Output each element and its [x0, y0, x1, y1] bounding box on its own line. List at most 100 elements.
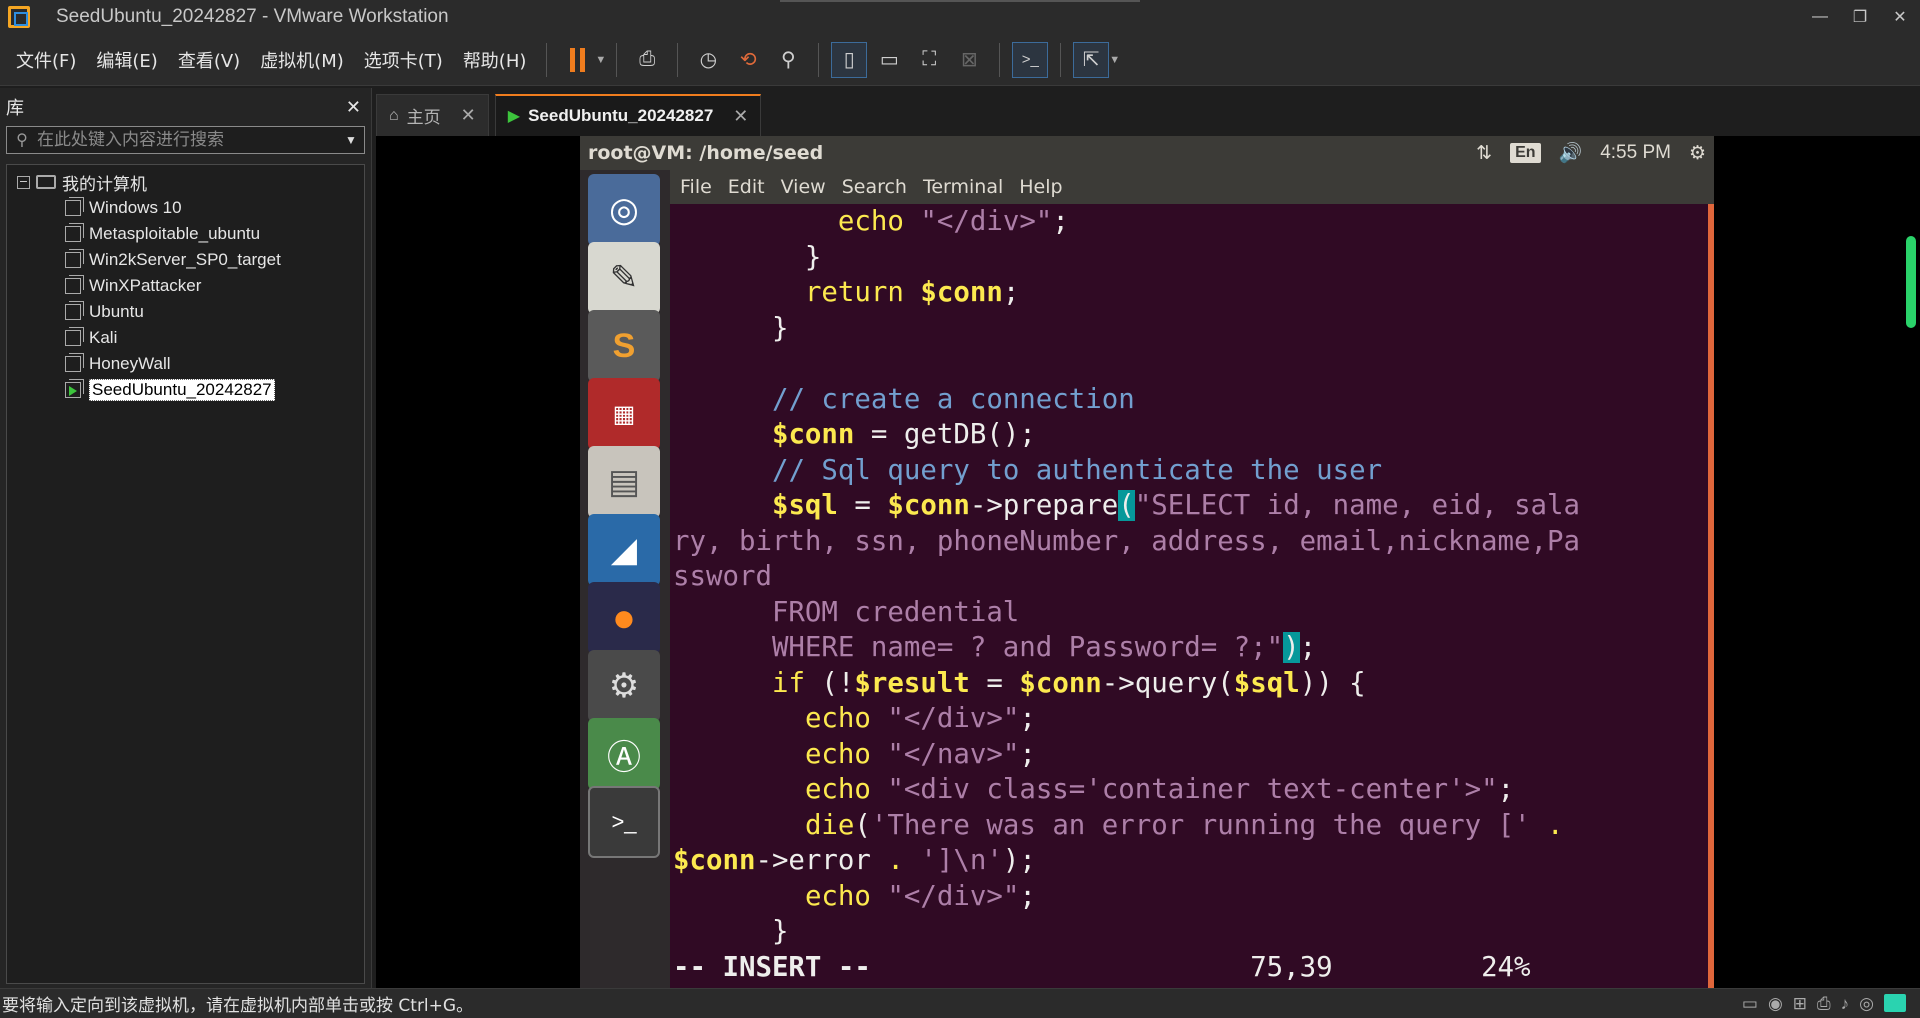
file-manager-icon[interactable]: ▤ — [588, 446, 660, 518]
text-editor-icon[interactable]: ✎ — [588, 242, 660, 314]
keyboard-layout-indicator[interactable]: En — [1510, 143, 1541, 163]
vm-item-metasploitable[interactable]: Metasploitable_ubuntu — [7, 221, 364, 247]
unity-button[interactable]: ⊠ — [951, 42, 987, 78]
vm-icon — [65, 249, 84, 268]
toolbar-separator — [818, 42, 820, 77]
vim-cursor-position: 75,39 — [1250, 951, 1333, 983]
tree-root-my-computer[interactable]: − 我的计算机 — [7, 169, 364, 195]
vm-item-win2kserver[interactable]: Win2kServer_SP0_target — [7, 247, 364, 273]
close-button[interactable]: ✕ — [1880, 0, 1920, 34]
tab-home[interactable]: ⌂ 主页 ✕ — [376, 94, 489, 136]
pause-button[interactable] — [559, 42, 595, 78]
vm-item-kali[interactable]: Kali — [7, 325, 364, 351]
stretch-guest-button[interactable]: ⇱ — [1073, 41, 1110, 78]
vm-scroll-indicator[interactable] — [1906, 236, 1916, 328]
sound-card-icon[interactable]: ♪ — [1841, 994, 1850, 1014]
printer-icon[interactable]: ⎙ — [1817, 994, 1831, 1014]
vim-scroll-percent: 24% — [1481, 951, 1531, 983]
restore-button[interactable]: ❐ — [1840, 0, 1880, 34]
full-screen-button[interactable]: ⛶ — [911, 42, 947, 78]
collapse-icon[interactable]: − — [17, 175, 30, 189]
dash-home-icon[interactable]: ◎ — [588, 174, 660, 246]
term-menu-help[interactable]: Help — [1011, 176, 1070, 198]
guest-screen[interactable]: root@VM: /home/seed ⇅ En 🔊 4:55 PM ⚙ ◎ ✎… — [580, 136, 1714, 988]
sublime-text-icon[interactable]: S — [588, 310, 660, 382]
terminator-icon[interactable]: ▦ — [588, 378, 660, 450]
code-line: ry, birth, ssn, phoneNumber, address, em… — [673, 525, 1580, 557]
clock[interactable]: 4:55 PM — [1600, 142, 1671, 164]
snapshot-button[interactable]: ◷ — [690, 42, 726, 78]
vm-item-label: WinXPattacker — [89, 276, 202, 295]
firefox-icon[interactable]: ● — [588, 582, 660, 654]
terminal-icon[interactable]: >_ — [588, 786, 660, 858]
send-ctrl-alt-del-button[interactable]: ⎙ — [629, 42, 665, 78]
code-line: echo "</div>"; — [804, 880, 1036, 912]
code-line: // create a connection — [771, 383, 1135, 415]
home-icon: ⌂ — [389, 106, 399, 124]
tab-seedubuntu[interactable]: ▶ SeedUbuntu_20242827 ✕ — [494, 94, 762, 136]
pause-dropdown-icon[interactable]: ▼ — [595, 54, 606, 66]
library-close-icon[interactable]: ✕ — [346, 97, 361, 118]
vm-icon — [65, 353, 84, 372]
code-line: $conn->error . ']\n'); — [673, 845, 1036, 876]
volume-icon[interactable]: 🔊 — [1559, 141, 1583, 165]
terminal-content[interactable]: echo "</div>"; } return $conn; } // crea… — [670, 204, 1706, 988]
term-menu-file[interactable]: File — [672, 176, 720, 198]
vmware-logo-icon — [8, 6, 30, 28]
vm-item-winxpattacker[interactable]: WinXPattacker — [7, 273, 364, 299]
menu-vm[interactable]: 虚拟机(M) — [250, 47, 354, 73]
device-status-icons: ▭ ◉ ⊞ ⎙ ♪ ◎ — [1742, 993, 1906, 1014]
term-menu-edit[interactable]: Edit — [720, 176, 773, 198]
vm-icon — [65, 275, 84, 294]
minimize-button[interactable]: — — [1800, 0, 1840, 34]
term-menu-search[interactable]: Search — [834, 176, 915, 198]
search-dropdown-icon[interactable]: ▼ — [338, 133, 364, 147]
stretch-icon: ⇱ — [1082, 49, 1100, 71]
menu-tabs[interactable]: 选项卡(T) — [354, 47, 453, 73]
show-thumbnail-bar-button[interactable]: ▭ — [871, 42, 907, 78]
stretch-dropdown-icon[interactable]: ▼ — [1109, 54, 1120, 66]
snapshot-clock-icon: ◷ — [699, 49, 718, 71]
vm-item-label: SeedUbuntu_20242827 — [89, 379, 275, 401]
library-search-input[interactable] — [37, 130, 338, 150]
library-search-box: ⚲ ▼ — [6, 126, 365, 154]
cd-rom-icon[interactable]: ◉ — [1768, 994, 1783, 1014]
code-line: echo "<div class='container text-center'… — [804, 774, 1515, 805]
tab-home-label: 主页 — [406, 108, 441, 127]
menu-view[interactable]: 查看(V) — [168, 47, 250, 73]
vm-item-seedubuntu[interactable]: SeedUbuntu_20242827 — [7, 377, 364, 403]
toolbar-separator — [999, 42, 1001, 77]
tab-close-icon[interactable]: ✕ — [461, 105, 476, 126]
menu-help[interactable]: 帮助(H) — [453, 47, 537, 73]
revert-icon: ⟲ — [739, 49, 757, 71]
network-icon[interactable]: ⇅ — [1476, 142, 1492, 165]
term-menu-terminal[interactable]: Terminal — [915, 176, 1011, 198]
system-settings-icon[interactable]: ⚙ — [588, 650, 660, 722]
vm-item-ubuntu[interactable]: Ubuntu — [7, 299, 364, 325]
message-log-icon[interactable] — [1884, 993, 1906, 1012]
unity-disabled-icon: ⊠ — [960, 49, 978, 71]
title-accent-line — [780, 0, 1140, 2]
settings-gear-icon[interactable]: ⚙ — [1689, 142, 1706, 165]
software-updater-icon[interactable]: Ⓐ — [588, 718, 660, 790]
terminal-right-edge — [1708, 204, 1714, 988]
vm-icon — [65, 197, 84, 216]
toolbar-separator — [546, 42, 548, 77]
code-line: return $conn; — [804, 277, 1020, 308]
menu-edit[interactable]: 编辑(E) — [86, 47, 167, 73]
send-keys-icon: ⎙ — [639, 48, 656, 70]
revert-snapshot-button[interactable]: ⟲ — [730, 42, 766, 78]
vm-item-honeywall[interactable]: HoneyWall — [7, 351, 364, 377]
console-view-button[interactable]: >_ — [1012, 41, 1049, 78]
snapshot-manager-button[interactable]: ⚲ — [770, 42, 806, 78]
show-library-button[interactable]: ▯ — [831, 41, 868, 78]
hard-disk-icon[interactable]: ▭ — [1742, 994, 1758, 1014]
menu-file[interactable]: 文件(F) — [6, 47, 86, 73]
display-icon[interactable]: ◎ — [1859, 994, 1874, 1014]
term-menu-view[interactable]: View — [773, 176, 834, 198]
wireshark-icon[interactable]: ◢ — [588, 514, 660, 586]
vm-item-windows10[interactable]: Windows 10 — [7, 195, 364, 221]
network-adapter-icon[interactable]: ⊞ — [1793, 994, 1807, 1014]
tab-close-icon[interactable]: ✕ — [733, 106, 748, 127]
